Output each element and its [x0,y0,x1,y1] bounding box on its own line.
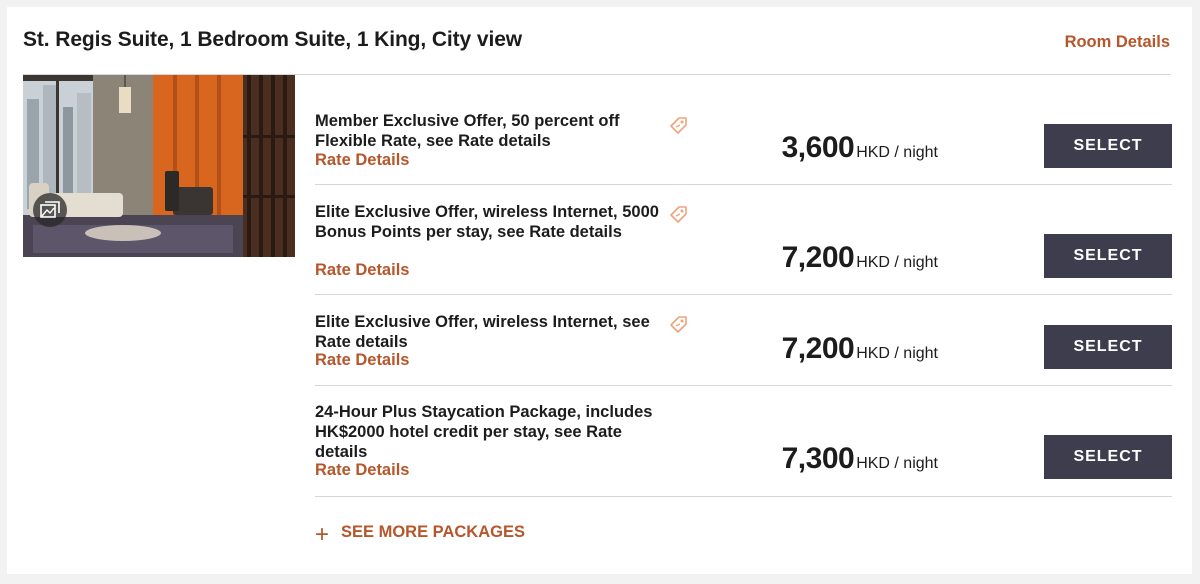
plus-icon: + [315,521,330,548]
price-amount: 7,200 [781,241,855,274]
rate-list: Member Exclusive Offer, 50 percent off F… [315,75,1172,497]
rate-price: 7,200 HKD / night [782,241,938,275]
select-button[interactable]: SELECT [1044,325,1172,369]
see-more-packages-link[interactable]: + SEE MORE PACKAGES [315,519,525,548]
rate-row: Elite Exclusive Offer, wireless Internet… [315,185,1172,295]
rate-row: Member Exclusive Offer, 50 percent off F… [315,75,1172,185]
rate-details-link[interactable]: Rate Details [315,461,409,480]
offer-tag-icon [670,206,687,223]
price-unit: HKD / night [856,144,938,161]
rate-price: 3,600 HKD / night [782,131,938,165]
rate-row: 24-Hour Plus Staycation Package, include… [315,386,1172,497]
room-title: St. Regis Suite, 1 Bedroom Suite, 1 King… [23,28,523,51]
select-button[interactable]: SELECT [1044,124,1172,168]
see-more-packages-label: SEE MORE PACKAGES [341,522,525,541]
rate-description: Elite Exclusive Offer, wireless Internet… [315,203,659,241]
rate-details-link[interactable]: Rate Details [315,351,409,370]
price-unit: HKD / night [856,254,938,271]
gallery-icon [40,201,60,218]
offer-tag-icon [670,316,687,333]
room-photo[interactable] [23,75,295,257]
rate-details-link[interactable]: Rate Details [315,151,409,170]
gallery-button[interactable] [33,193,67,227]
room-details-link[interactable]: Room Details [1065,33,1170,52]
price-amount: 7,200 [781,332,855,365]
rate-row: Elite Exclusive Offer, wireless Internet… [315,295,1172,386]
rate-description: Member Exclusive Offer, 50 percent off F… [315,112,620,150]
room-photo-illustration [23,75,295,257]
price-unit: HKD / night [856,455,938,472]
rate-price: 7,300 HKD / night [782,442,938,476]
offer-tag-icon [670,117,687,134]
price-amount: 3,600 [781,131,855,164]
select-button[interactable]: SELECT [1044,234,1172,278]
rate-price: 7,200 HKD / night [782,332,938,366]
select-button[interactable]: SELECT [1044,435,1172,479]
room-card: St. Regis Suite, 1 Bedroom Suite, 1 King… [7,7,1192,574]
rate-description: Elite Exclusive Offer, wireless Internet… [315,313,650,351]
rate-details-link[interactable]: Rate Details [315,261,409,280]
price-unit: HKD / night [856,345,938,362]
rate-description: 24-Hour Plus Staycation Package, include… [315,403,653,461]
price-amount: 7,300 [781,442,855,475]
